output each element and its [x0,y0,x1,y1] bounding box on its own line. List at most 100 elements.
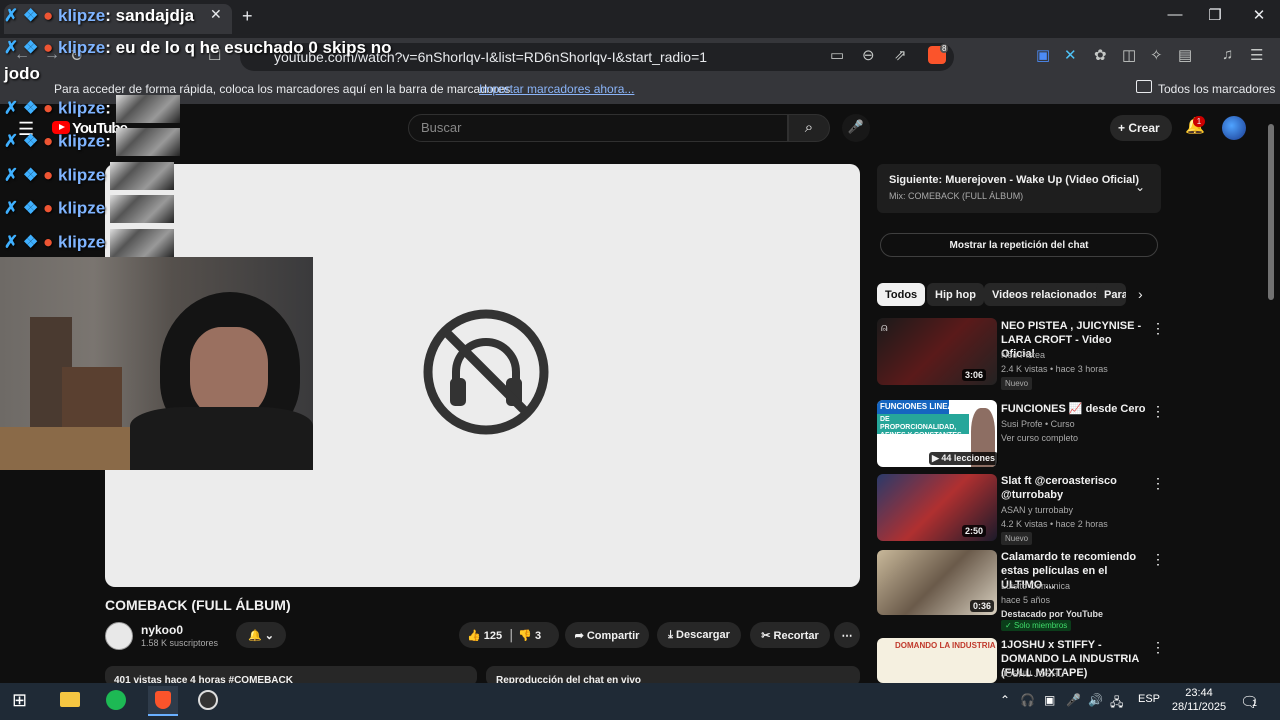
thumbs-down-icon: 👎 [518,630,532,642]
channel-avatar[interactable] [105,622,133,650]
more-options-icon[interactable]: ⋮ [1151,403,1165,420]
extension-icon[interactable]: ✿ [1094,46,1107,64]
video-channel[interactable]: Susi Profe • Curso [1001,417,1075,431]
more-options-icon[interactable]: ⋮ [1151,639,1165,656]
badge-icon: ✗ [4,165,19,185]
badge-icon: ● [42,232,54,252]
like-button[interactable]: 👍 125 [467,630,502,642]
emote-image [109,229,174,257]
channel-name[interactable]: nykoo0 [141,623,183,637]
chevron-right-icon[interactable]: › [1138,286,1143,302]
notification-center-count: 1 [1252,698,1258,708]
video-title[interactable]: Slat ft @ceroasterisco @turrobaby [1001,474,1147,502]
chip-for-you[interactable]: Para [1096,283,1126,306]
dislike-button[interactable]: 👎 3 [518,630,541,642]
create-label: Crear [1128,121,1160,135]
brave-taskbar-item[interactable] [148,686,178,716]
video-channel[interactable]: Luisito Comunica [1001,579,1070,593]
members-only-badge: ✓ Solo miembros [1001,620,1072,631]
show-chat-replay-button[interactable]: Mostrar la repetición del chat [880,233,1158,257]
language-indicator[interactable]: ESP [1138,693,1160,705]
extension-icon[interactable]: ✕ [1064,46,1077,64]
share-icon: ➦ [574,630,584,642]
close-window-button[interactable]: ✕ [1244,6,1274,24]
live-icon: ⍝ [881,322,888,334]
badge-icon: ● [42,198,54,218]
file-explorer-icon[interactable] [60,692,80,707]
video-title[interactable]: FUNCIONES 📈 desde Cero [1001,402,1147,416]
video-channel[interactable]: ASAN y turrobaby [1001,503,1073,517]
badge-icon: ❖ [22,98,39,118]
video-thumbnail[interactable]: DOMANDO LA INDUSTRIA [877,638,997,683]
like-count: 125 [483,630,503,642]
volume-icon[interactable]: 🔊 [1088,693,1103,707]
voice-search-button[interactable]: 🎤 [842,114,870,142]
media-icon[interactable]: ♫ [1222,46,1233,63]
obs-icon[interactable] [198,690,218,710]
thumb-banner: FUNCIONES LINEALES [877,400,949,414]
chat-text: : [105,131,111,151]
clip-label: Recortar [773,630,819,642]
chip-related[interactable]: Videos relacionados [984,283,1107,306]
import-bookmarks-link[interactable]: Importar marcadores ahora... [479,82,634,96]
scrollbar[interactable] [1268,124,1274,300]
dislike-count: 3 [534,630,542,642]
chat-text: : sandajdja [105,6,195,25]
all-bookmarks-button[interactable]: Todos los marcadores [1158,82,1275,96]
download-button[interactable]: ⤓ Descargar [657,622,741,648]
chat-message: ✗ ❖ ● klipze: sandajdja [4,6,194,26]
members-only-label: Solo miembros [1013,621,1068,630]
thumb-subbanner: DE PROPORCIONALIDAD, AFINES Y CONSTANTES [877,414,969,434]
maximize-button[interactable]: ❐ [1200,6,1230,24]
menu-icon[interactable]: ☰ [1250,46,1263,64]
headset-icon[interactable]: 🎧 [1020,693,1035,707]
mic-icon[interactable]: 🎤 [1066,693,1081,707]
translate-icon[interactable]: ▣ [1036,46,1050,64]
brave-icon [155,691,171,709]
zoom-icon[interactable]: ⊖ [862,46,875,64]
video-meta[interactable]: Ver curso completo [1001,431,1078,445]
chevron-down-icon[interactable]: ⌄ [1135,180,1145,194]
more-options-icon[interactable]: ⋮ [1151,551,1165,568]
network-icon[interactable]: 🖧 [1110,693,1123,714]
cast-icon[interactable]: ▭ [830,46,844,64]
close-tab-icon[interactable]: ✕ [210,6,222,23]
chip-hiphop[interactable]: Hip hop [927,283,984,306]
clock-date: 28/11/2025 [1171,701,1227,713]
badge-icon: ❖ [22,232,39,252]
badge-icon: ❖ [22,198,39,218]
no-headphones-icon [423,309,549,435]
chat-text: jodo [4,64,40,83]
puzzle-icon[interactable]: ✧ [1150,46,1163,64]
share-button[interactable]: ➦ Compartir [565,622,649,648]
search-input[interactable] [408,114,788,142]
tray-app-icon[interactable]: ▣ [1044,693,1055,707]
cam-face [190,327,268,417]
more-options-icon[interactable]: ⋮ [1151,475,1165,492]
clock[interactable]: 23:44 28/11/2025 [1170,686,1228,714]
chat-message: jodo [4,64,40,84]
video-channel[interactable]: Neo Pistea [1001,348,1045,362]
share-icon[interactable]: ⇗ [894,46,907,64]
avatar[interactable] [1222,116,1246,140]
windows-start-icon[interactable]: ⊞ [12,690,27,711]
video-channel[interactable]: JOSHU JOSHU [1001,667,1065,681]
create-button[interactable]: + Crear [1110,115,1172,141]
notifications-button[interactable]: 🔔 ⌄ [236,622,286,648]
minimize-button[interactable]: — [1160,6,1190,23]
more-actions-button[interactable]: ⋯ [834,622,860,648]
more-options-icon[interactable]: ⋮ [1151,320,1165,337]
clip-button[interactable]: ✂ Recortar [750,622,830,648]
spotify-icon[interactable] [106,690,126,710]
extension-icon[interactable]: ◫ [1122,46,1136,64]
new-tab-button[interactable]: + [242,6,253,27]
more-icon: ⋯ [841,630,853,642]
sidebar-icon[interactable]: ▤ [1178,46,1192,64]
chevron-up-icon[interactable]: ⌃ [1000,693,1010,707]
chat-username: klipze [57,198,106,218]
search-button[interactable]: ⌕ [788,114,830,142]
chip-all[interactable]: Todos [877,283,926,306]
playlist-next-panel[interactable] [877,164,1161,213]
notification-badge: 1 [1193,116,1205,127]
folder-icon [1136,80,1152,93]
